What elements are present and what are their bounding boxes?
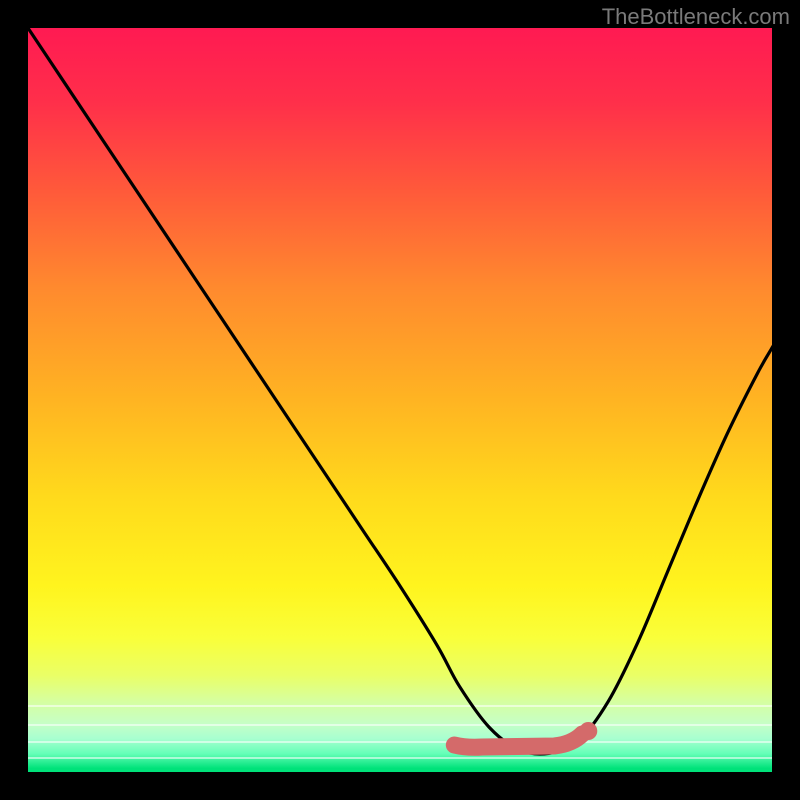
plot-area [28,28,772,772]
bottleneck-curve [28,28,772,754]
valley-highlight-segment [454,734,582,747]
valley-highlight-dot [579,722,597,740]
chart-container: TheBottleneck.com [0,0,800,800]
attribution-label: TheBottleneck.com [602,4,790,30]
curve-layer [28,28,772,772]
